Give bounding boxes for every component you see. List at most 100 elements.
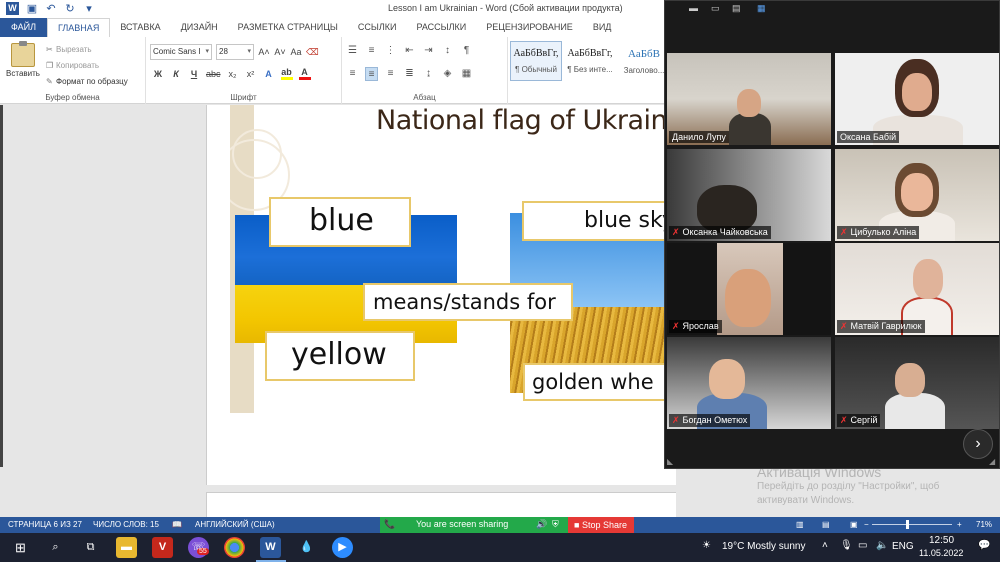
page-count[interactable]: СТРАНИЦА 6 ИЗ 27 xyxy=(8,520,82,529)
task-view-icon[interactable]: ⧉ xyxy=(80,537,101,558)
windows-start-icon[interactable]: ⊞ xyxy=(10,537,31,558)
sort-icon[interactable]: ↕ xyxy=(441,44,454,58)
word-taskbar-icon[interactable]: W xyxy=(260,537,281,558)
subscript-button[interactable]: x₂ xyxy=(227,69,239,79)
antivirus-icon[interactable]: V xyxy=(152,537,173,558)
align-center-icon[interactable]: ≡ xyxy=(365,67,378,81)
italic-button[interactable]: К xyxy=(170,69,182,79)
underline-button[interactable]: Ч xyxy=(188,69,200,79)
clock-date[interactable]: 11.05.2022 xyxy=(919,548,963,558)
tab-insert[interactable]: ВСТАВКА xyxy=(110,18,170,37)
clock-time[interactable]: 12:50 xyxy=(929,535,954,546)
stop-share-button[interactable]: ■ Stop Share xyxy=(568,517,634,533)
justify-icon[interactable]: ≣ xyxy=(403,67,416,81)
zoom-level[interactable]: 71% xyxy=(976,520,992,529)
copy-button[interactable]: ❐ Копировать xyxy=(46,58,128,74)
shading-icon[interactable]: ◈ xyxy=(441,67,454,81)
network-icon[interactable]: ▭ xyxy=(858,540,867,551)
weather-icon[interactable]: ☀ xyxy=(702,540,711,551)
participant-tile[interactable]: ✗ Оксанка Чайковська xyxy=(667,149,831,241)
system-tray: ☀ 19°C Mostly sunny ˄ 🎙 ▭ 🔈 ENG 12:50 11… xyxy=(700,533,1000,562)
tab-references[interactable]: ССЫЛКИ xyxy=(348,18,407,37)
minimize-icon[interactable]: ▬ xyxy=(689,3,698,13)
align-left-icon[interactable]: ≡ xyxy=(346,67,359,81)
resize-corner-icon[interactable]: ◣ xyxy=(667,457,673,466)
resize-corner-icon[interactable]: ◢ xyxy=(989,457,995,466)
participant-tile[interactable]: Данило Лупу xyxy=(667,53,831,145)
font-color-icon[interactable]: A xyxy=(298,67,311,80)
redo-icon[interactable]: ↻ xyxy=(64,3,76,15)
pilcrow-icon[interactable]: ¶ xyxy=(460,44,473,58)
tab-file[interactable]: ФАЙЛ xyxy=(0,18,48,37)
highlight-icon[interactable]: ab xyxy=(280,67,293,80)
language-switch[interactable]: ENG xyxy=(892,541,914,552)
font-name-select[interactable]: Comic Sans I xyxy=(150,44,212,60)
tab-design[interactable]: ДИЗАЙН xyxy=(171,18,228,37)
line-spacing-icon[interactable]: ↨ xyxy=(422,67,435,81)
proofing-icon[interactable]: 📖 xyxy=(172,520,182,529)
text-effects-icon[interactable]: A xyxy=(263,69,275,79)
participant-tile[interactable]: ✗ Сергій xyxy=(835,337,999,429)
next-page-button[interactable]: › xyxy=(963,429,993,459)
view-icon[interactable]: ▭ xyxy=(711,3,720,14)
change-case-button[interactable]: Aa xyxy=(290,47,302,57)
microphone-icon[interactable]: 🎙 xyxy=(840,540,853,551)
chevron-up-icon[interactable]: ˄ xyxy=(822,540,828,551)
tab-page-layout[interactable]: РАЗМЕТКА СТРАНИЦЫ xyxy=(228,18,348,37)
bold-button[interactable]: Ж xyxy=(152,69,164,79)
format-painter-button[interactable]: ✎ Формат по образцу xyxy=(46,74,128,90)
shrink-font-button[interactable]: A˅ xyxy=(274,47,286,57)
decrease-indent-icon[interactable]: ⇤ xyxy=(403,44,416,58)
clear-formatting-icon[interactable]: ⌫ xyxy=(306,47,319,58)
participant-tile[interactable]: ✗ Богдан Ометюх xyxy=(667,337,831,429)
style-normal[interactable]: АаБбВвГг, ¶ Обычный xyxy=(510,41,562,81)
save-icon[interactable]: ▣ xyxy=(26,3,38,15)
tab-home[interactable]: ГЛАВНАЯ xyxy=(47,18,111,37)
superscript-button[interactable]: x² xyxy=(245,69,257,79)
print-layout-icon[interactable]: ▤ xyxy=(822,520,830,529)
chrome-icon[interactable] xyxy=(224,537,245,558)
gallery-grid-icon[interactable]: ▦ xyxy=(757,3,766,14)
participant-tile[interactable]: ✗ Ярослав xyxy=(667,243,831,335)
tab-mailings[interactable]: РАССЫЛКИ xyxy=(406,18,476,37)
participant-tile[interactable]: ✗ Матвій Гаврилюк xyxy=(835,243,999,335)
increase-indent-icon[interactable]: ⇥ xyxy=(422,44,435,58)
participant-tile[interactable]: ✗ Цибулько Аліна xyxy=(835,149,999,241)
customize-qat-icon[interactable]: ▾ xyxy=(83,3,95,15)
language-indicator[interactable]: АНГЛИЙСКИЙ (США) xyxy=(195,520,275,529)
weather-text[interactable]: 19°C Mostly sunny xyxy=(722,541,805,552)
multilevel-list-icon[interactable]: ⋮ xyxy=(384,44,397,58)
zoom-in-icon[interactable]: + xyxy=(957,520,962,529)
participant-tile[interactable]: Оксана Бабій xyxy=(835,53,999,145)
numbering-icon[interactable]: ≡ xyxy=(365,44,378,58)
strikethrough-button[interactable]: abc xyxy=(206,69,221,79)
style-heading[interactable]: АаБбВ Заголово... xyxy=(618,41,670,81)
search-icon[interactable]: ⌕ xyxy=(45,537,66,558)
read-mode-icon[interactable]: ▥ xyxy=(796,520,804,529)
word-count[interactable]: ЧИСЛО СЛОВ: 15 xyxy=(93,520,159,529)
audio-icon[interactable]: 🔊 xyxy=(536,519,547,530)
volume-icon[interactable]: 🔈 xyxy=(876,540,888,551)
align-right-icon[interactable]: ≡ xyxy=(384,67,397,81)
grow-font-button[interactable]: A˄ xyxy=(258,47,270,57)
web-layout-icon[interactable]: ▣ xyxy=(850,520,858,529)
tab-view[interactable]: ВИД xyxy=(583,18,622,37)
borders-icon[interactable]: ▦ xyxy=(460,67,473,81)
font-size-select[interactable]: 28 xyxy=(216,44,254,60)
zoom-slider-thumb[interactable] xyxy=(906,520,909,529)
document-next-page[interactable] xyxy=(206,492,676,517)
participant-name: Данило Лупу xyxy=(669,131,729,143)
bullets-icon[interactable]: ☰ xyxy=(346,44,359,58)
tab-review[interactable]: РЕЦЕНЗИРОВАНИЕ xyxy=(476,18,583,37)
notification-icon[interactable]: 💬 xyxy=(978,540,990,551)
layout-icon[interactable]: ▤ xyxy=(732,3,741,14)
undo-icon[interactable]: ↶ xyxy=(45,3,57,15)
file-explorer-icon[interactable]: ▬ xyxy=(116,537,137,558)
style-no-spacing[interactable]: АаБбВвГг, ¶ Без инте... xyxy=(564,41,616,81)
cut-button[interactable]: ✂ Вырезать xyxy=(46,42,128,58)
paste-button[interactable]: Вставить xyxy=(6,41,40,78)
zoom-app-icon[interactable]: ▶ xyxy=(332,537,353,558)
zoom-slider[interactable] xyxy=(872,524,952,525)
zoom-out-icon[interactable]: − xyxy=(864,520,869,529)
paint-drop-icon[interactable]: 💧 xyxy=(296,537,317,558)
